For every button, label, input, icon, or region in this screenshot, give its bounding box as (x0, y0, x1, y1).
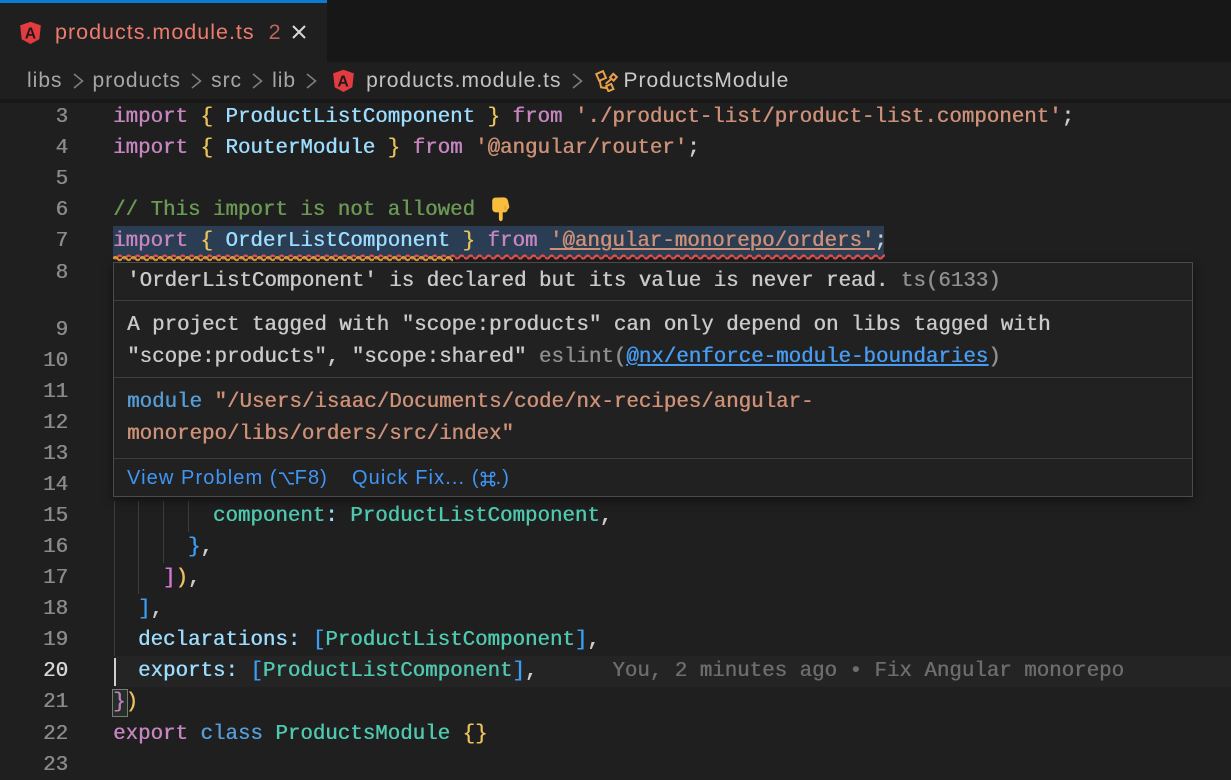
svg-text:A: A (337, 74, 349, 91)
svg-text:A: A (25, 26, 36, 43)
